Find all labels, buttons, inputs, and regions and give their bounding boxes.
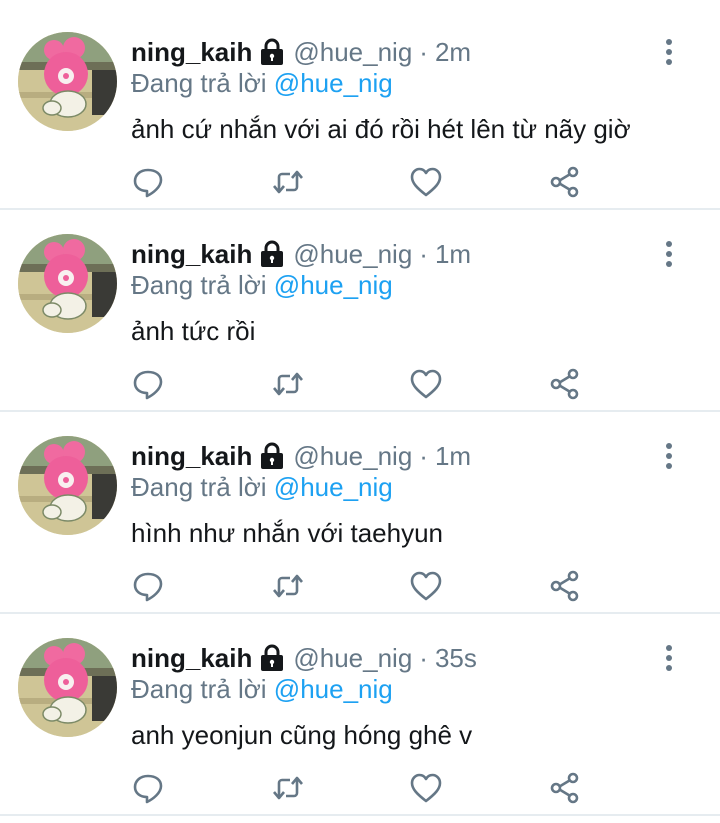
display-name[interactable]: ning_kaih xyxy=(131,643,252,674)
tweet-header: ning_kaih @hue_nig · 35s xyxy=(131,638,477,678)
heart-icon[interactable] xyxy=(409,165,443,199)
reply-icon[interactable] xyxy=(131,165,165,199)
replying-to-line: Đang trả lời @hue_nig xyxy=(131,270,393,301)
heart-icon[interactable] xyxy=(409,367,443,401)
separator-dot: · xyxy=(419,238,428,269)
tweet-text: ảnh tức rồi xyxy=(131,316,256,346)
more-vertical-icon[interactable] xyxy=(655,38,683,66)
reply-icon[interactable] xyxy=(131,771,165,805)
lock-icon xyxy=(259,644,285,672)
tweet-header: ning_kaih @hue_nig · 1m xyxy=(131,234,471,274)
replying-to-label: Đang trả lời xyxy=(131,674,267,704)
timestamp[interactable]: 1m xyxy=(435,441,471,472)
tweet-text: ảnh cứ nhắn với ai đó rồi hét lên từ nãy… xyxy=(131,114,631,144)
user-handle[interactable]: @hue_nig xyxy=(293,441,412,472)
share-icon[interactable] xyxy=(548,165,582,199)
timestamp[interactable]: 1m xyxy=(435,239,471,270)
tweet-header: ning_kaih @hue_nig · 1m xyxy=(131,436,471,476)
avatar[interactable] xyxy=(18,436,117,535)
action-bar xyxy=(0,364,720,404)
tweet[interactable]: ning_kaih @hue_nig · 2m Đang trả lời @hu… xyxy=(0,8,720,210)
timestamp[interactable]: 2m xyxy=(435,37,471,68)
more-vertical-icon[interactable] xyxy=(655,240,683,268)
retweet-icon[interactable] xyxy=(271,165,305,199)
display-name[interactable]: ning_kaih xyxy=(131,37,252,68)
lock-icon xyxy=(259,38,285,66)
share-icon[interactable] xyxy=(548,367,582,401)
replying-to-line: Đang trả lời @hue_nig xyxy=(131,674,393,705)
tweet-text: anh yeonjun cũng hóng ghê v xyxy=(131,720,473,750)
mention-link[interactable]: @hue_nig xyxy=(274,270,393,300)
mention-link[interactable]: @hue_nig xyxy=(274,674,393,704)
lock-icon xyxy=(259,240,285,268)
more-vertical-icon[interactable] xyxy=(655,442,683,470)
user-handle[interactable]: @hue_nig xyxy=(293,643,412,674)
tweet[interactable]: ning_kaih @hue_nig · 35s Đang trả lời @h… xyxy=(0,614,720,816)
avatar[interactable] xyxy=(18,234,117,333)
replying-to-label: Đang trả lời xyxy=(131,68,267,98)
action-bar xyxy=(0,162,720,202)
timestamp[interactable]: 35s xyxy=(435,643,477,674)
separator-dot: · xyxy=(419,642,428,673)
reply-icon[interactable] xyxy=(131,569,165,603)
retweet-icon[interactable] xyxy=(271,569,305,603)
action-bar xyxy=(0,768,720,808)
heart-icon[interactable] xyxy=(409,569,443,603)
user-handle[interactable]: @hue_nig xyxy=(293,37,412,68)
retweet-icon[interactable] xyxy=(271,367,305,401)
more-vertical-icon[interactable] xyxy=(655,644,683,672)
share-icon[interactable] xyxy=(548,569,582,603)
replying-to-label: Đang trả lời xyxy=(131,472,267,502)
tweet-text: hình như nhắn với taehyun xyxy=(131,518,444,548)
mention-link[interactable]: @hue_nig xyxy=(274,472,393,502)
tweet-header: ning_kaih @hue_nig · 2m xyxy=(131,32,471,72)
heart-icon[interactable] xyxy=(409,771,443,805)
user-handle[interactable]: @hue_nig xyxy=(293,239,412,270)
tweet[interactable]: ning_kaih @hue_nig · 1m Đang trả lời @hu… xyxy=(0,412,720,614)
display-name[interactable]: ning_kaih xyxy=(131,441,252,472)
avatar[interactable] xyxy=(18,638,117,737)
display-name[interactable]: ning_kaih xyxy=(131,239,252,270)
action-bar xyxy=(0,566,720,606)
lock-icon xyxy=(259,442,285,470)
replying-to-label: Đang trả lời xyxy=(131,270,267,300)
replying-to-line: Đang trả lời @hue_nig xyxy=(131,68,393,99)
tweet[interactable]: ning_kaih @hue_nig · 1m Đang trả lời @hu… xyxy=(0,210,720,412)
avatar[interactable] xyxy=(18,32,117,131)
reply-icon[interactable] xyxy=(131,367,165,401)
retweet-icon[interactable] xyxy=(271,771,305,805)
separator-dot: · xyxy=(419,440,428,471)
share-icon[interactable] xyxy=(548,771,582,805)
separator-dot: · xyxy=(419,36,428,67)
mention-link[interactable]: @hue_nig xyxy=(274,68,393,98)
replying-to-line: Đang trả lời @hue_nig xyxy=(131,472,393,503)
